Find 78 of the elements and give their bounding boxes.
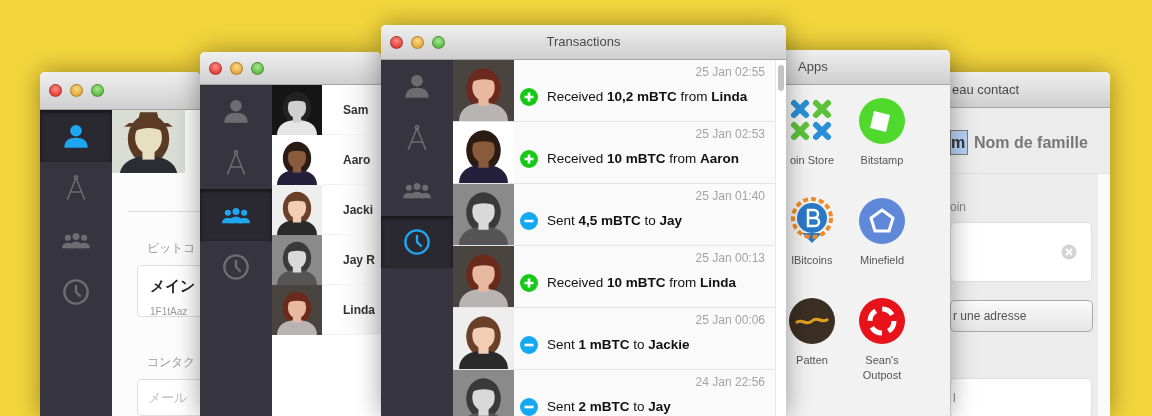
section-label: ビットコ [147,239,196,257]
transaction-row[interactable]: 24 Jan 22:56 Sent 2 mBTC to Jay [453,370,775,416]
contact-row[interactable]: Linda [272,285,381,335]
zoom-button[interactable] [251,61,264,75]
app-label: Bitstamp [860,153,904,168]
window-title: Transactions [546,33,621,52]
window-title: eau contact [952,81,1020,97]
close-button[interactable] [209,61,222,75]
contact-row[interactable]: Sam [272,85,381,135]
clock-icon [403,228,431,256]
window-title: Apps [798,59,828,75]
person-icon [222,97,250,125]
clock-icon [62,278,90,306]
field-label: oin [950,199,967,216]
sidebar-item[interactable] [40,110,112,162]
timestamp: 25 Jan 00:13 [695,250,765,267]
sidebar-item[interactable] [200,189,272,241]
transaction-row[interactable]: 25 Jan 02:55 Received 10,2 mBTC from Linda [453,60,775,122]
address-name: メイン [150,275,195,296]
coin-icon[interactable] [788,297,836,345]
contact-name: Sam [343,101,369,119]
app-label: Patten [796,353,828,368]
transaction-text: Sent 4,5 mBTC to Jay [547,212,683,230]
zoom-button[interactable] [91,84,104,97]
scrollbar-thumb[interactable] [778,65,784,91]
text-field[interactable]: l [950,378,1092,416]
minus-icon [520,398,538,416]
contact-row[interactable]: Aaro [272,135,381,185]
transaction-text: Sent 2 mBTC to Jay [547,398,671,416]
transaction-row[interactable]: 25 Jan 01:40 Sent 4,5 mBTC to Jay [453,184,775,246]
plus-icon [520,88,538,107]
transaction-text: Received 10 mBTC from Linda [547,274,737,292]
clear-icon[interactable] [1061,244,1077,260]
transaction-text: Sent 1 mBTC to Jackie [547,336,690,354]
section-label: コンタク [147,354,196,372]
address-field[interactable] [950,222,1092,282]
app-label: oin Store [790,153,834,168]
contact-name: Jay R [343,251,376,269]
zoom-button[interactable] [432,35,445,49]
contact-row[interactable]: Jacki [272,185,381,235]
transaction-row[interactable]: 25 Jan 02:53 Received 10 mBTC from Aaron [453,122,775,184]
person-icon [62,122,90,150]
contact-name: Linda [343,301,375,319]
text-field[interactable]: Nom de famille [974,130,1110,155]
plus-icon [520,274,538,293]
person-icon [403,72,431,100]
text-field[interactable]: m [950,130,968,155]
timestamp: 25 Jan 01:40 [695,188,765,205]
close-button[interactable] [390,35,403,49]
app-label: Minefield [860,253,904,268]
transaction-row[interactable]: 25 Jan 00:13 Received 10 mBTC from Linda [453,246,775,308]
minimize-button[interactable] [230,61,243,75]
contact-name: Aaro [343,151,371,169]
transaction-row[interactable]: 25 Jan 00:06 Sent 1 mBTC to Jackie [453,308,775,370]
transaction-text: Received 10,2 mBTC from Linda [547,88,748,106]
minus-icon [520,212,538,231]
minimize-button[interactable] [70,84,83,97]
sidebar-item[interactable] [381,216,453,268]
timestamp: 25 Jan 00:06 [695,312,765,329]
app-label: lBitcoins [791,253,833,268]
map-pin-icon[interactable] [788,197,836,245]
contact-name: Jacki [343,201,374,219]
plus-icon [520,150,538,169]
timestamp: 25 Jan 02:55 [695,64,765,81]
timestamp: 25 Jan 02:53 [695,126,765,143]
address-text: 1F1tAaz [150,304,188,317]
minimize-button[interactable] [411,35,424,49]
app-label: Sean's Outpost [861,353,903,383]
lifebuoy-icon[interactable] [858,297,906,345]
minus-icon [520,336,538,355]
transaction-text: Received 10 mBTC from Aaron [547,150,740,168]
add-address-button[interactable]: r une adresse [950,300,1093,332]
address-card[interactable]: メイン 1F1tAaz [137,264,200,318]
card-icon[interactable] [858,97,906,145]
close-button[interactable] [49,84,62,97]
timestamp: 24 Jan 22:56 [695,374,765,391]
clock-icon [222,253,250,281]
contact-row[interactable]: Jay R [272,235,381,285]
